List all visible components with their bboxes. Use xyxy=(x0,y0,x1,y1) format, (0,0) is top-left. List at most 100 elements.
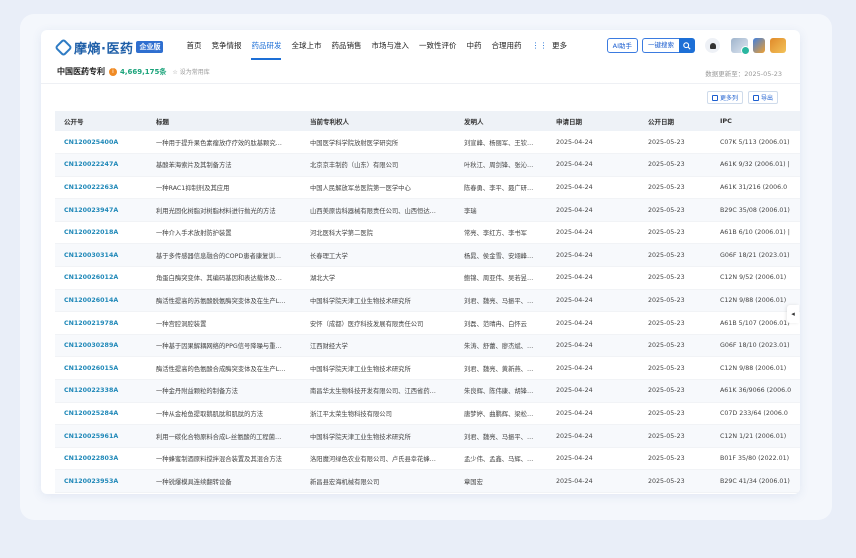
table-cell: 北京京丰制药（山东）有限公司 xyxy=(301,153,455,177)
info-icon[interactable]: i xyxy=(109,67,117,76)
patent-number-link[interactable]: CN120025961A xyxy=(55,424,147,448)
nav-item-label: 全球上市 xyxy=(291,41,322,50)
patent-number-link[interactable]: CN120025400A xyxy=(55,131,147,155)
export-button[interactable]: 导出 xyxy=(748,91,779,104)
table-cell: 2025-04-24 xyxy=(547,289,639,313)
table-cell: 2025-04-24 xyxy=(547,153,639,177)
table-row[interactable]: CN120023947A 利用光固化树脂对树脂材料进行抛光的方法 山西美原齿科器械有… xyxy=(55,198,800,222)
table-cell: 洛阳魔河绿色农业有限公司、卢氏县幸花蜂… xyxy=(301,447,455,471)
table-row[interactable]: CN120023953A 一种锐爆模具连续翻转设备 新昌县宏海机械有限公司 章国宏 20… xyxy=(55,469,800,493)
table-cell: G06F 18/10 (2023.01) xyxy=(711,334,800,358)
column-header[interactable]: 公开日期 xyxy=(639,111,711,131)
nav-item-3[interactable]: 全球上市 xyxy=(286,30,326,64)
patent-number-link[interactable]: CN120022263A xyxy=(55,176,147,200)
page-title: 中国医药专利 xyxy=(57,67,105,76)
column-header[interactable]: 公开号 xyxy=(55,111,147,131)
logo-icon xyxy=(54,37,73,57)
nav-item-0[interactable]: 首页 xyxy=(181,30,206,64)
table-cell: B29C 41/34 (2006.01) xyxy=(711,469,800,493)
table-row[interactable]: CN120030289A 一种基于因果解耦网络的PPG信号降噪与重… 江西财经大学朱… xyxy=(55,334,800,358)
table-cell: 2025-04-24 xyxy=(547,424,639,448)
top-navigation: 摩熵·医药 企业版 首页 竞争情报 药品研发 全球上市 药品销售 市场与准入 一致性评价 中药… xyxy=(41,30,800,64)
ai-assistant-button[interactable]: AI助手 xyxy=(606,38,638,53)
patent-number-link[interactable]: CN120026014A xyxy=(55,289,147,313)
patent-number-link[interactable]: CN120026012A xyxy=(55,266,147,290)
export-icon xyxy=(753,94,759,101)
patent-number-link[interactable]: CN120030289A xyxy=(55,334,147,358)
table-row[interactable]: CN120025400A 一种用于提升果色素瘤放疗疗效的肽基颗究… 中国医学科学院放… xyxy=(55,131,800,155)
app-icon[interactable] xyxy=(753,38,765,53)
table-cell: 一种基于因果解耦网络的PPG信号降噪与重… xyxy=(147,334,301,358)
column-header[interactable]: IPC xyxy=(711,111,800,131)
table-cell: 2025-05-23 xyxy=(639,402,711,426)
table-cell: 2025-05-23 xyxy=(639,311,711,335)
table-row[interactable]: CN120025284A 一种从金枪鱼提取鹅肌肽和肌肽的方法 浙江平太荣生物科技有限… xyxy=(55,402,800,426)
table-cell: 2025-05-23 xyxy=(639,266,711,290)
table-row[interactable]: CN120021978A 一种宫腔洞腔装置 安怀（成都）医疗科技发展有限责任公司 刘磊… xyxy=(55,311,800,335)
nav-item-4[interactable]: 药品销售 xyxy=(326,30,366,64)
table-cell: C07K 5/113 (2006.01) xyxy=(711,131,800,155)
table-cell: 基酸苯海索片及其制备方法 xyxy=(147,153,301,177)
patent-number-link[interactable]: CN120030314A xyxy=(55,243,147,268)
search-icon[interactable] xyxy=(679,38,695,53)
column-header[interactable]: 当前专利权人 xyxy=(301,111,455,131)
nav-item-9[interactable]: ⋮⋮ 更多 xyxy=(526,30,572,64)
patent-number-link[interactable]: CN120022803A xyxy=(55,447,147,471)
table-row[interactable]: CN120022018A 一种介入手术放射防护装置 河北医科大学第二医院 常亮、李红方… xyxy=(55,221,800,245)
collapse-arrow-icon[interactable]: ◂ xyxy=(787,305,799,323)
patent-number-link[interactable]: CN120022338A xyxy=(55,379,147,403)
nav-item-label: 竞争情报 xyxy=(211,41,242,50)
table-cell: 中国医学科学院放射医学研究所 xyxy=(301,131,455,155)
table-cell: 2025-04-24 xyxy=(547,198,639,222)
table-cell: C07D 233/64 (2006.0 xyxy=(711,402,800,426)
patent-number-link[interactable]: CN120025284A xyxy=(55,402,147,426)
nav-item-6[interactable]: 一致性评价 xyxy=(414,30,462,64)
patent-number-link[interactable]: CN120022018A xyxy=(55,221,147,245)
nav-item-7[interactable]: 中药 xyxy=(461,30,486,64)
quick-search[interactable]: 一键搜索 xyxy=(642,38,695,53)
table-cell: 河北医科大学第二医院 xyxy=(301,221,455,245)
table-row[interactable]: CN120022338A 一种金丹附益颗粒的制备方法 南昌华太生物科技开发有限公司、… xyxy=(55,379,800,403)
table-row[interactable]: CN120025961A 利用一碳化合物原料合成L-丝氨酸的工程菌… 中国科学院天津… xyxy=(55,424,800,448)
more-grid-icon: ⋮⋮ xyxy=(531,41,550,50)
table-cell: 中国科学院天津工业生物技术研究所 xyxy=(301,424,455,448)
table-row[interactable]: CN120030314A 基于多传感器信息融合的COPD患者康复训… 长春理工大学杨… xyxy=(55,243,800,268)
quick-search-label[interactable]: 一键搜索 xyxy=(642,38,679,53)
grid-app-icon[interactable] xyxy=(770,38,786,53)
patent-number-link[interactable]: CN120021978A xyxy=(55,311,147,335)
table-cell: 唐梦婷、曲鹏辉、梁松… xyxy=(455,402,547,426)
nav-item-1[interactable]: 竞争情报 xyxy=(206,30,246,64)
table-cell: 2025-05-23 xyxy=(639,469,711,493)
nav-item-2[interactable]: 药品研发 xyxy=(246,30,286,64)
table-cell: 刘宣峰、杨丽军、王钦… xyxy=(455,131,547,155)
table-cell: 2025-04-24 xyxy=(547,334,639,358)
table-row[interactable]: CN120026015A 酶活性提高的色氨酸合成酶突变体及在生产L… 中国科学院天津… xyxy=(55,356,800,381)
table-row[interactable]: CN120026014A 酶活性提高的苏氨酸脱氨酶突变体及在生产L… 中国科学院天津… xyxy=(55,289,800,313)
set-common-link[interactable]: ☆ 设为常用库 xyxy=(172,67,209,76)
bell-icon[interactable] xyxy=(705,38,720,53)
nav-item-label: 一致性评价 xyxy=(418,41,457,50)
patent-number-link[interactable]: CN120026015A xyxy=(55,356,147,381)
table-row[interactable]: CN120022263A 一种RAC1抑制剂及其应用 中国人民解放军总医院第一医学中… xyxy=(55,176,800,200)
nav-item-5[interactable]: 市场与准入 xyxy=(366,30,414,64)
table-cell: 中国科学院天津工业生物技术研究所 xyxy=(301,289,455,313)
avatar[interactable] xyxy=(731,38,750,55)
patent-number-link[interactable]: CN120023953A xyxy=(55,469,147,493)
more-columns-button[interactable]: 更多列 xyxy=(707,91,744,104)
table-row[interactable]: CN120022803A 一种蜂蜜制酒原料搅拌混合装置及其混合方法 洛阳魔河绿色农业… xyxy=(55,447,800,471)
table-row[interactable]: CN120022247A 基酸苯海索片及其制备方法 北京京丰制药（山东）有限公司 叶秋… xyxy=(55,153,800,177)
logo[interactable]: 摩熵·医药 企业版 xyxy=(54,37,164,57)
nav-item-8[interactable]: 合理用药 xyxy=(486,30,526,64)
table-cell: 刘君、魏亮、马振平、… xyxy=(455,424,547,448)
divider xyxy=(41,83,800,84)
column-header[interactable]: 标题 xyxy=(147,111,301,131)
column-header[interactable]: 申请日期 xyxy=(547,111,639,131)
table-cell: 朱涛、舒蕾、廖杰斌、… xyxy=(455,334,547,358)
patent-number-link[interactable]: CN120022247A xyxy=(55,153,147,177)
column-header[interactable]: 发明人 xyxy=(455,111,547,131)
table-cell: 叶秋江、周剑锋、张沁… xyxy=(455,153,547,177)
table-row[interactable]: CN120026012A 角蛋白酶突变体、其编码基因和表达载体及… 湖北大学 鲍锦、周… xyxy=(55,266,800,290)
table-cell: 2025-05-23 xyxy=(639,356,711,381)
table-cell: 一种金丹附益颗粒的制备方法 xyxy=(147,379,301,403)
patent-number-link[interactable]: CN120023947A xyxy=(55,198,147,222)
